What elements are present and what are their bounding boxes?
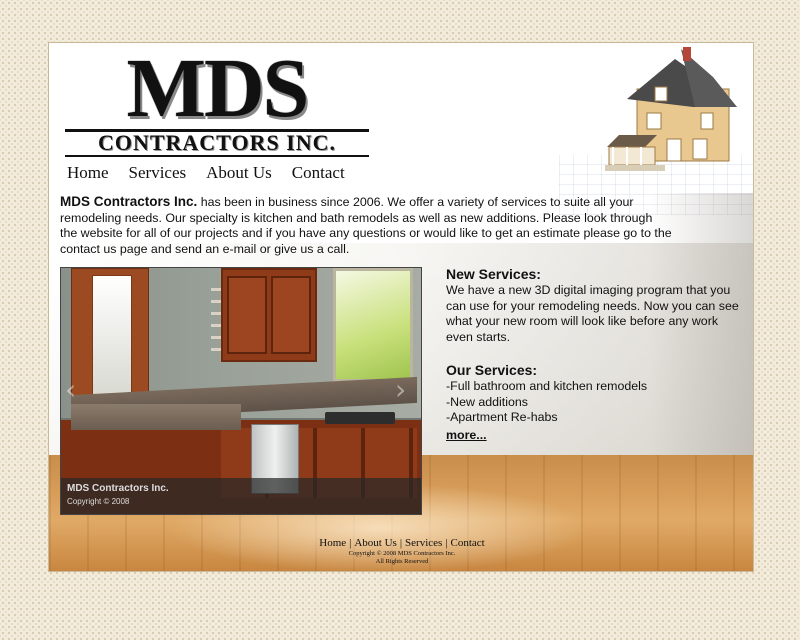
footer-nav: Home | About Us | Services | Contact bbox=[49, 536, 753, 550]
footer-link-about-us[interactable]: About Us bbox=[354, 537, 396, 549]
house-illustration bbox=[605, 47, 737, 171]
nav-contact[interactable]: Contact bbox=[292, 161, 345, 185]
kitchen-slideshow[interactable]: ‹ › MDS Contractors Inc. Copyright © 200… bbox=[60, 267, 422, 515]
logo-subtitle: CONTRACTORS INC. bbox=[97, 130, 337, 155]
more-link[interactable]: more... bbox=[446, 428, 487, 442]
caption-title: MDS Contractors Inc. bbox=[67, 483, 169, 494]
new-services-heading: New Services: bbox=[446, 266, 541, 282]
chevron-right-icon[interactable]: › bbox=[395, 376, 417, 404]
kitchen-shelf bbox=[211, 288, 221, 358]
service-item: -Apartment Re-habs bbox=[446, 410, 558, 424]
services-column: New Services: We have a new 3D digital i… bbox=[446, 265, 746, 444]
main-nav: Home Services About Us Contact bbox=[67, 161, 365, 185]
service-item: -New additions bbox=[446, 394, 528, 409]
intro-company-name: MDS Contractors Inc. bbox=[60, 194, 198, 209]
chevron-left-icon[interactable]: ‹ bbox=[65, 376, 87, 404]
footer-rights: All Rights Reserved bbox=[375, 558, 429, 565]
nav-about-us[interactable]: About Us bbox=[206, 161, 272, 185]
footer-link-home[interactable]: Home bbox=[319, 537, 346, 549]
footer: Home | About Us | Services | Contact Copyright… bbox=[49, 536, 753, 566]
footer-separator: | bbox=[399, 537, 403, 549]
footer-link-services[interactable]: Services bbox=[405, 537, 442, 549]
footer-link-contact[interactable]: Contact bbox=[451, 537, 485, 549]
footer-separator: | bbox=[349, 537, 352, 549]
footer-separator: | bbox=[445, 537, 448, 549]
slideshow-caption: MDS Contractors Inc. Copyright © 2008 bbox=[61, 478, 421, 514]
page-container: MDS CONTRACTORS INC. Home Services About… bbox=[48, 42, 754, 572]
our-services-heading: Our Services: bbox=[446, 362, 538, 378]
nav-services[interactable]: Services bbox=[129, 161, 187, 185]
caption-copyright: Copyright © 2008 bbox=[67, 497, 130, 506]
logo-rule-bottom bbox=[65, 155, 369, 157]
site-logo[interactable]: MDS CONTRACTORS INC. bbox=[63, 47, 371, 159]
footer-copyright: Copyright © 2008 MDS Contractors Inc. bbox=[348, 550, 456, 557]
logo-mds-text: MDS bbox=[126, 42, 310, 135]
kitchen-window bbox=[333, 268, 413, 382]
kitchen-island-top bbox=[71, 404, 241, 430]
kitchen-upper-cabinet bbox=[221, 268, 317, 362]
new-services-text: We have a new 3D digital imaging program… bbox=[446, 283, 739, 344]
service-item: -Full bathroom and kitchen remodels bbox=[446, 379, 648, 393]
intro-paragraph: MDS Contractors Inc. has been in busines… bbox=[60, 194, 672, 257]
nav-home[interactable]: Home bbox=[67, 161, 109, 185]
kitchen-sink bbox=[325, 412, 395, 424]
